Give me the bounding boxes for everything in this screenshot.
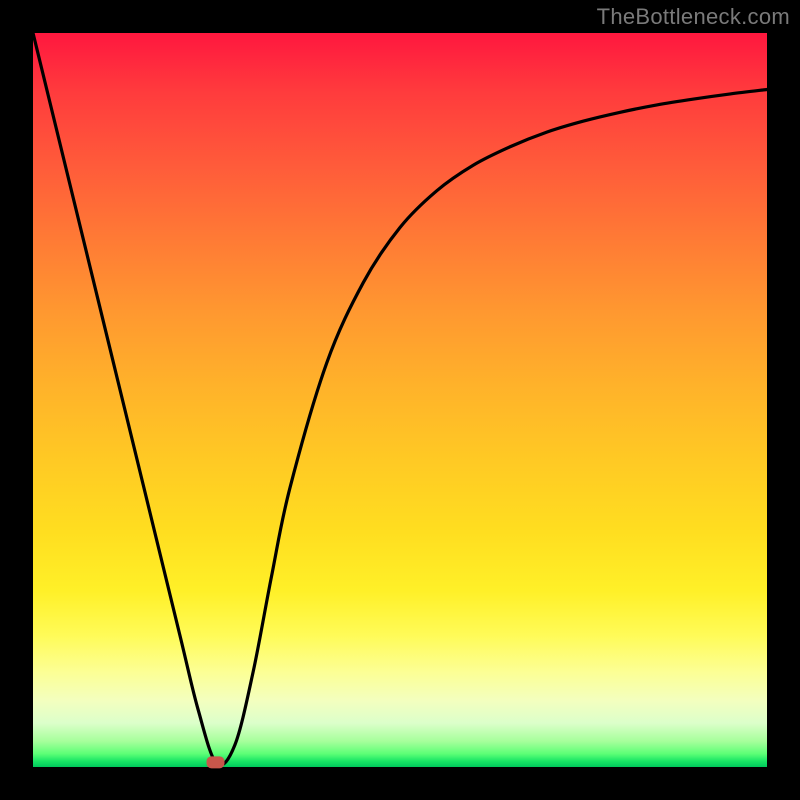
watermark-text: TheBottleneck.com (597, 4, 790, 30)
optimum-marker (207, 756, 225, 768)
chart-frame: TheBottleneck.com (0, 0, 800, 800)
bottleneck-curve (33, 33, 767, 765)
curve-layer (33, 33, 767, 767)
plot-area (33, 33, 767, 767)
